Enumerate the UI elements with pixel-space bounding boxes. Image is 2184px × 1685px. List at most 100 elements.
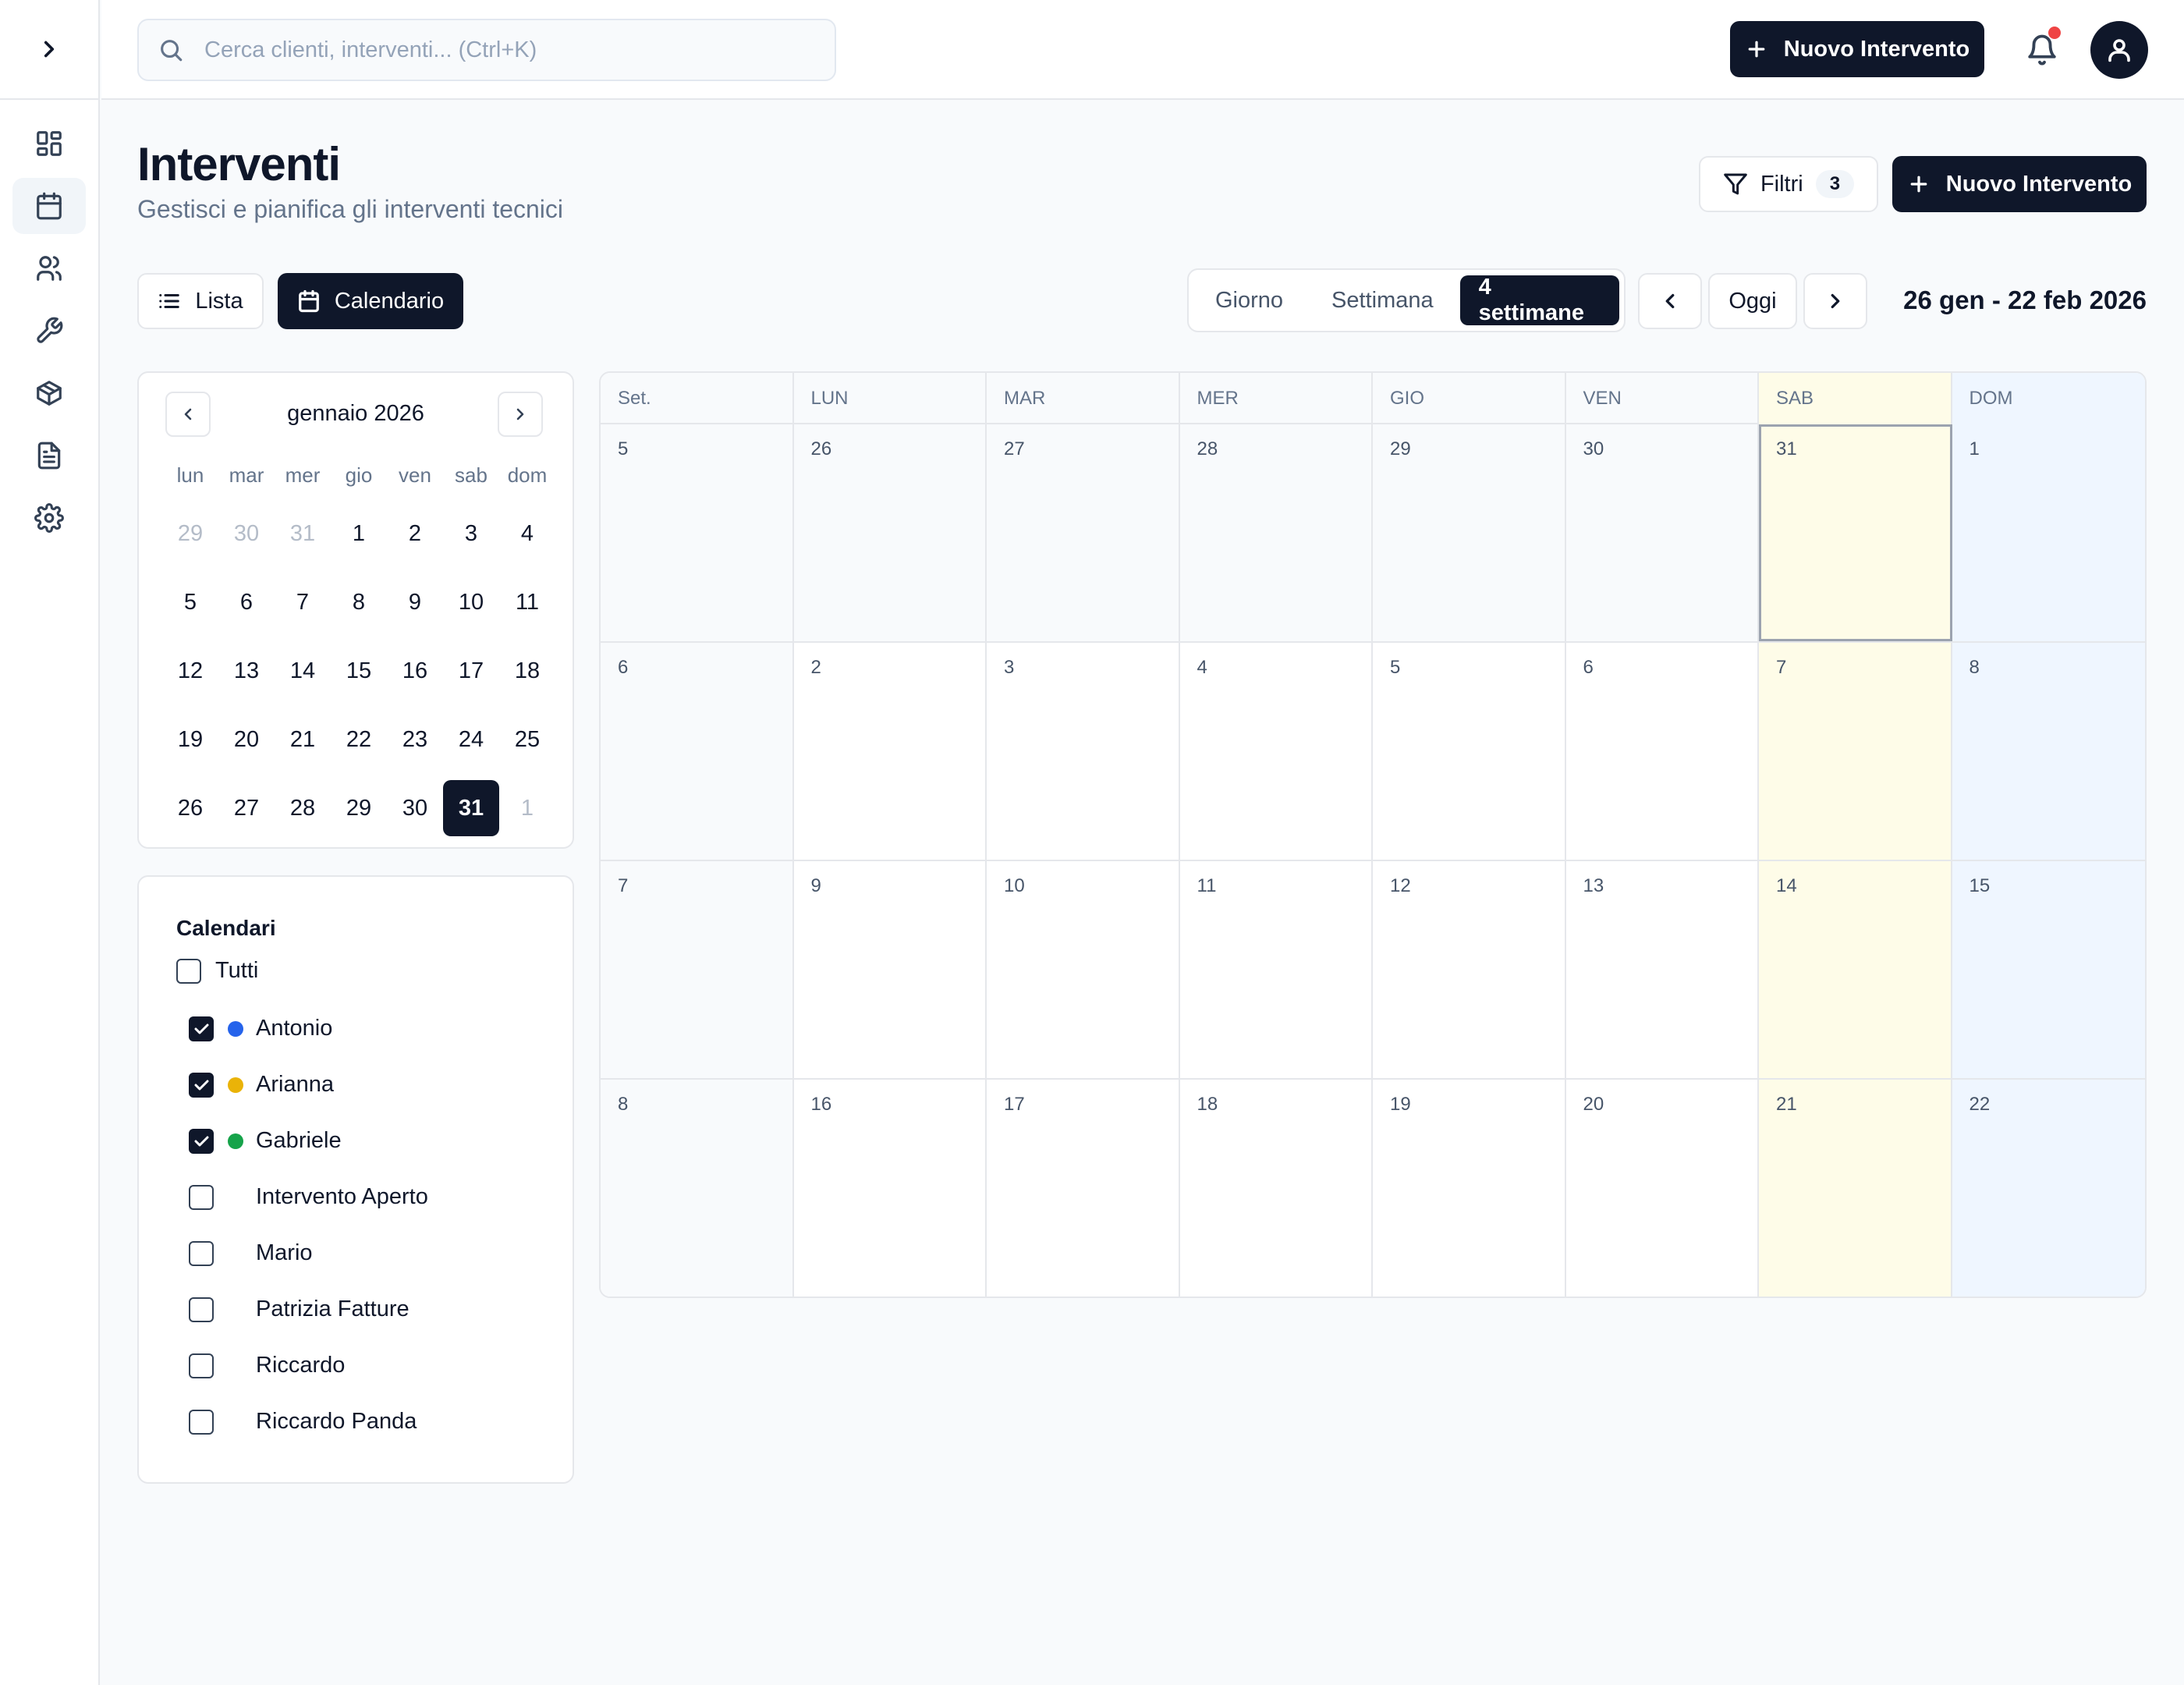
mini-calendar-day[interactable]: 20 (218, 705, 275, 774)
mini-calendar-day[interactable]: 22 (331, 705, 387, 774)
calendar-day-cell[interactable]: 5 (1373, 643, 1566, 860)
mini-calendar-day-selected[interactable]: 31 (443, 774, 499, 842)
calendar-row[interactable]: Mario (189, 1240, 313, 1266)
mini-calendar-day[interactable]: 30 (218, 499, 275, 568)
calendar-day-cell[interactable]: 28 (1179, 424, 1373, 641)
calendar-day-cell[interactable]: 9 (794, 861, 987, 1078)
mini-calendar-day[interactable]: 28 (275, 774, 331, 842)
mini-calendar-day[interactable]: 10 (443, 568, 499, 637)
calendar-all-row[interactable]: Tutti (176, 958, 258, 984)
mini-calendar-next-button[interactable] (498, 392, 543, 437)
sidebar-item-clients[interactable] (12, 240, 86, 296)
calendar-day-cell[interactable]: 30 (1565, 424, 1759, 641)
range-mode-day[interactable]: Giorno (1193, 275, 1305, 325)
previous-period-button[interactable] (1638, 273, 1702, 329)
mini-calendar-day[interactable]: 6 (218, 568, 275, 637)
mini-calendar-day[interactable]: 14 (275, 637, 331, 705)
mini-calendar-day[interactable]: 8 (331, 568, 387, 637)
calendar-day-cell-today[interactable]: 31 (1759, 424, 1952, 641)
calendar-day-cell[interactable]: 3 (987, 643, 1180, 860)
calendar-day-cell[interactable]: 29 (1373, 424, 1566, 641)
calendar-day-cell[interactable]: 18 (1180, 1080, 1373, 1297)
calendar-checkbox[interactable] (189, 1240, 214, 1266)
calendar-day-cell[interactable]: 16 (794, 1080, 987, 1297)
view-calendar-button[interactable]: Calendario (278, 273, 463, 329)
calendar-day-cell[interactable]: 17 (987, 1080, 1180, 1297)
calendar-day-cell[interactable]: 8 (1952, 643, 2145, 860)
calendar-checkbox[interactable] (189, 1072, 214, 1098)
mini-calendar-day[interactable]: 25 (499, 705, 555, 774)
mini-calendar-day[interactable]: 26 (162, 774, 218, 842)
calendar-day-cell[interactable]: 4 (1180, 643, 1373, 860)
mini-calendar-day[interactable]: 29 (162, 499, 218, 568)
calendar-day-cell[interactable]: 27 (987, 424, 1180, 641)
calendar-day-cell[interactable]: 26 (793, 424, 987, 641)
mini-calendar-day[interactable]: 24 (443, 705, 499, 774)
calendar-checkbox[interactable] (189, 1409, 214, 1435)
calendar-day-cell[interactable]: 11 (1180, 861, 1373, 1078)
mini-calendar-day[interactable]: 27 (218, 774, 275, 842)
sidebar-item-products[interactable] (12, 365, 86, 421)
range-mode-4-weeks[interactable]: 4 settimane (1459, 275, 1619, 325)
mini-calendar-day[interactable]: 21 (275, 705, 331, 774)
sidebar-item-documents[interactable] (12, 427, 86, 484)
mini-calendar-day[interactable]: 3 (443, 499, 499, 568)
notifications-button[interactable] (2019, 27, 2065, 73)
calendar-day-cell[interactable]: 20 (1566, 1080, 1759, 1297)
mini-calendar-day[interactable]: 15 (331, 637, 387, 705)
calendar-day-cell[interactable]: 2 (794, 643, 987, 860)
calendar-row[interactable]: Riccardo Panda (189, 1409, 417, 1435)
calendar-day-cell[interactable]: 13 (1566, 861, 1759, 1078)
calendar-all-checkbox[interactable] (176, 958, 201, 984)
next-period-button[interactable] (1803, 273, 1867, 329)
sidebar-item-dashboard[interactable] (12, 115, 86, 172)
calendar-day-cell[interactable]: 21 (1759, 1080, 1952, 1297)
search-input[interactable]: Cerca clienti, interventi... (Ctrl+K) (137, 19, 836, 81)
mini-calendar-day[interactable]: 16 (387, 637, 443, 705)
calendar-day-cell[interactable]: 15 (1952, 861, 2145, 1078)
mini-calendar-day[interactable]: 13 (218, 637, 275, 705)
mini-calendar-day[interactable]: 1 (499, 774, 555, 842)
calendar-row[interactable]: Arianna (189, 1072, 334, 1098)
calendar-checkbox[interactable] (189, 1016, 214, 1041)
mini-calendar-day[interactable]: 7 (275, 568, 331, 637)
calendar-checkbox[interactable] (189, 1353, 214, 1378)
calendar-row[interactable]: Gabriele (189, 1128, 342, 1154)
today-button[interactable]: Oggi (1708, 273, 1797, 329)
mini-calendar-day[interactable]: 4 (499, 499, 555, 568)
calendar-day-cell[interactable]: 14 (1759, 861, 1952, 1078)
calendar-day-cell[interactable]: 22 (1952, 1080, 2145, 1297)
calendar-checkbox[interactable] (189, 1184, 214, 1210)
mini-calendar-day[interactable]: 1 (331, 499, 387, 568)
mini-calendar-day[interactable]: 2 (387, 499, 443, 568)
mini-calendar-day[interactable]: 23 (387, 705, 443, 774)
calendar-row[interactable]: Antonio (189, 1016, 332, 1041)
calendar-day-cell[interactable]: 12 (1373, 861, 1566, 1078)
calendar-day-cell[interactable]: 7 (1759, 643, 1952, 860)
header-new-intervention-button[interactable]: Nuovo Intervento (1892, 156, 2147, 212)
mini-calendar-day[interactable]: 17 (443, 637, 499, 705)
mini-calendar-day[interactable]: 11 (499, 568, 555, 637)
new-intervention-button[interactable]: Nuovo Intervento (1730, 21, 1984, 77)
calendar-checkbox[interactable] (189, 1297, 214, 1322)
mini-calendar-day[interactable]: 30 (387, 774, 443, 842)
mini-calendar-day[interactable]: 12 (162, 637, 218, 705)
mini-calendar-day[interactable]: 18 (499, 637, 555, 705)
calendar-day-cell[interactable]: 1 (1952, 424, 2145, 641)
user-avatar-button[interactable] (2090, 21, 2148, 79)
calendar-row[interactable]: Patrizia Fatture (189, 1297, 410, 1322)
mini-calendar-day[interactable]: 19 (162, 705, 218, 774)
filters-button[interactable]: Filtri 3 (1699, 156, 1878, 212)
calendar-day-cell[interactable]: 19 (1373, 1080, 1566, 1297)
sidebar-item-tools[interactable] (12, 303, 86, 359)
sidebar-toggle-button[interactable] (0, 0, 98, 100)
view-list-button[interactable]: Lista (137, 273, 264, 329)
mini-calendar-day[interactable]: 29 (331, 774, 387, 842)
calendar-day-cell[interactable]: 6 (1566, 643, 1759, 860)
sidebar-item-settings[interactable] (12, 490, 86, 546)
calendar-day-cell[interactable]: 10 (987, 861, 1180, 1078)
range-mode-week[interactable]: Settimana (1310, 275, 1455, 325)
mini-calendar-day[interactable]: 9 (387, 568, 443, 637)
mini-calendar-day[interactable]: 5 (162, 568, 218, 637)
calendar-checkbox[interactable] (189, 1128, 214, 1154)
